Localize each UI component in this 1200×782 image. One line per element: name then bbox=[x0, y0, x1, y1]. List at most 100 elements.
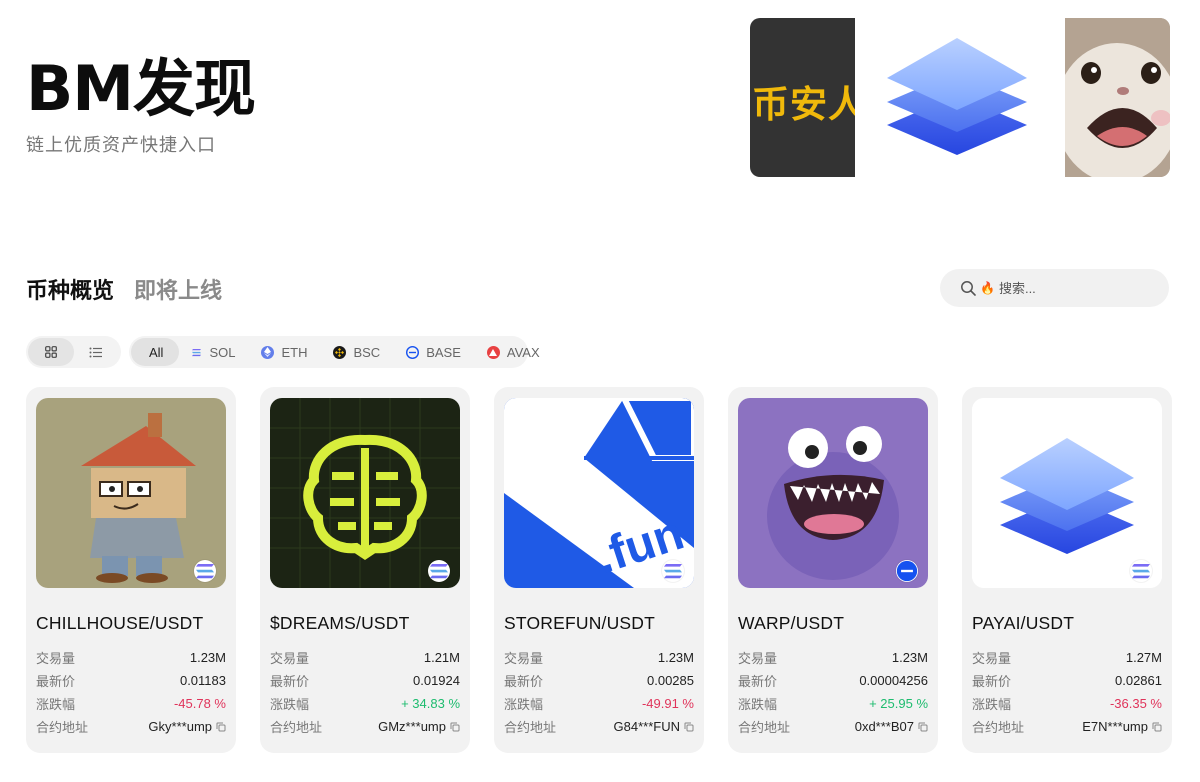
contract-address[interactable]: Gky***ump bbox=[148, 719, 226, 734]
token-image bbox=[738, 398, 928, 588]
page-subtitle: 链上优质资产快捷入口 bbox=[26, 135, 216, 156]
chain-filter-sol[interactable]: SOL bbox=[179, 338, 249, 366]
chain-filter-avax[interactable]: AVAX bbox=[475, 338, 554, 366]
price-value: 0.02861 bbox=[1115, 673, 1162, 688]
contract-label: 合约地址 bbox=[36, 720, 89, 735]
token-card[interactable]: WARP/USDT 交易量 1.23M 最新价 0.00004256 涨跌幅 + 25… bbox=[728, 387, 938, 753]
price-value: 0.00004256 bbox=[859, 673, 928, 688]
contract-label: 合约地址 bbox=[972, 720, 1025, 735]
search-input[interactable] bbox=[998, 280, 1149, 296]
token-image bbox=[36, 398, 226, 588]
banner-slide-layers[interactable] bbox=[855, 18, 1065, 177]
search-box[interactable]: 🔥 bbox=[940, 269, 1169, 307]
view-toggle bbox=[26, 336, 121, 368]
volume-value: 1.27M bbox=[1125, 650, 1162, 665]
sol-icon bbox=[664, 564, 682, 579]
contract-label: 合约地址 bbox=[270, 720, 323, 735]
change-value: + 34.83 % bbox=[401, 696, 460, 711]
sol-icon bbox=[430, 564, 448, 579]
banner-carousel[interactable]: 币安人 bbox=[750, 18, 1170, 177]
token-image bbox=[270, 398, 460, 588]
chain-badge bbox=[428, 560, 450, 582]
change-value: -49.91 % bbox=[641, 696, 694, 711]
chain-badge bbox=[1130, 560, 1152, 582]
bsc-icon bbox=[333, 345, 347, 359]
token-pair: STOREFUN/USDT bbox=[504, 613, 656, 633]
chain-badge bbox=[662, 560, 684, 582]
cat-meme-icon bbox=[1065, 18, 1170, 177]
eth-icon bbox=[261, 345, 275, 359]
token-image bbox=[972, 398, 1162, 588]
contract-value: Gky***ump bbox=[148, 719, 212, 734]
sol-icon bbox=[192, 348, 202, 356]
contract-value: G84***FUN bbox=[613, 719, 680, 734]
token-card[interactable]: $DREAMS/USDT 交易量 1.21M 最新价 0.01924 涨跌幅 + 34… bbox=[260, 387, 470, 753]
change-label: 涨跌幅 bbox=[36, 697, 76, 712]
contract-address[interactable]: 0xd***B07 bbox=[855, 719, 928, 734]
change-label: 涨跌幅 bbox=[972, 697, 1012, 712]
price-value: 0.01924 bbox=[413, 673, 460, 688]
banner-slide-cat[interactable] bbox=[1065, 18, 1170, 177]
change-value: + 25.95 % bbox=[869, 696, 928, 711]
volume-value: 1.23M bbox=[189, 650, 226, 665]
copy-icon[interactable] bbox=[216, 722, 226, 732]
volume-label: 交易量 bbox=[972, 651, 1012, 666]
contract-address[interactable]: GMz***ump bbox=[378, 719, 460, 734]
change-value: -36.35 % bbox=[1109, 696, 1162, 711]
sol-icon bbox=[196, 564, 214, 579]
price-value: 0.00285 bbox=[647, 673, 694, 688]
copy-icon[interactable] bbox=[684, 722, 694, 732]
grid-icon bbox=[44, 346, 57, 358]
price-label: 最新价 bbox=[738, 674, 778, 689]
chain-filter-label: All bbox=[149, 344, 164, 360]
change-label: 涨跌幅 bbox=[738, 697, 778, 712]
chain-filter-eth[interactable]: ETH bbox=[249, 338, 321, 366]
contract-address[interactable]: E7N***ump bbox=[1082, 719, 1162, 734]
chain-filter-label: ETH bbox=[281, 344, 308, 360]
sol-icon bbox=[1132, 564, 1150, 579]
token-card-grid: CHILLHOUSE/USDT 交易量 1.23M 最新价 0.01183 涨跌幅 -… bbox=[26, 387, 1172, 753]
price-label: 最新价 bbox=[270, 674, 310, 689]
tab-overview[interactable]: 币种概览 bbox=[26, 273, 114, 305]
token-pair: PAYAI/USDT bbox=[972, 613, 1075, 633]
grid-view-button[interactable] bbox=[28, 338, 74, 366]
search-icon bbox=[961, 281, 976, 296]
token-pair: WARP/USDT bbox=[738, 613, 845, 633]
chain-filter-label: BASE bbox=[426, 344, 461, 360]
chain-filter-label: SOL bbox=[209, 344, 236, 360]
change-label: 涨跌幅 bbox=[504, 697, 544, 712]
price-label: 最新价 bbox=[972, 674, 1012, 689]
chain-filter: All SOL ETH BSC BASE AVAX bbox=[129, 336, 540, 368]
section-tabs: 币种概览 即将上线 bbox=[26, 273, 222, 305]
token-card[interactable]: .fun STOREFUN/USDT 交易量 1.23M 最新价 0.00285 涨… bbox=[494, 387, 704, 753]
chain-filter-bsc[interactable]: BSC bbox=[321, 338, 394, 366]
token-card[interactable]: PAYAI/USDT 交易量 1.27M 最新价 0.02861 涨跌幅 -36.35… bbox=[962, 387, 1172, 753]
change-label: 涨跌幅 bbox=[270, 697, 310, 712]
token-image: .fun bbox=[504, 398, 694, 588]
base-icon bbox=[406, 345, 420, 359]
tab-upcoming[interactable]: 即将上线 bbox=[134, 273, 222, 305]
token-card[interactable]: CHILLHOUSE/USDT 交易量 1.23M 最新价 0.01183 涨跌幅 -… bbox=[26, 387, 236, 753]
avax-icon bbox=[486, 345, 500, 359]
layers-logo-icon bbox=[887, 38, 1027, 155]
page-title: BM发现 bbox=[26, 52, 256, 125]
banner-slide-binance[interactable]: 币安人 bbox=[750, 18, 855, 177]
volume-value: 1.23M bbox=[891, 650, 928, 665]
copy-icon[interactable] bbox=[918, 722, 928, 732]
base-icon bbox=[896, 560, 918, 582]
list-view-button[interactable] bbox=[74, 338, 120, 366]
chain-filter-base[interactable]: BASE bbox=[394, 338, 475, 366]
chain-badge bbox=[194, 560, 216, 582]
contract-label: 合约地址 bbox=[738, 720, 791, 735]
list-icon bbox=[89, 347, 103, 357]
volume-label: 交易量 bbox=[36, 651, 76, 666]
chain-filter-all[interactable]: All bbox=[131, 338, 180, 366]
volume-label: 交易量 bbox=[270, 651, 310, 666]
banner-slide-text: 币安人 bbox=[752, 83, 855, 126]
copy-icon[interactable] bbox=[450, 722, 460, 732]
contract-value: 0xd***B07 bbox=[854, 719, 914, 734]
contract-value: GMz***ump bbox=[378, 719, 446, 734]
contract-address[interactable]: G84***FUN bbox=[614, 719, 694, 734]
volume-value: 1.23M bbox=[657, 650, 694, 665]
copy-icon[interactable] bbox=[1152, 722, 1162, 732]
